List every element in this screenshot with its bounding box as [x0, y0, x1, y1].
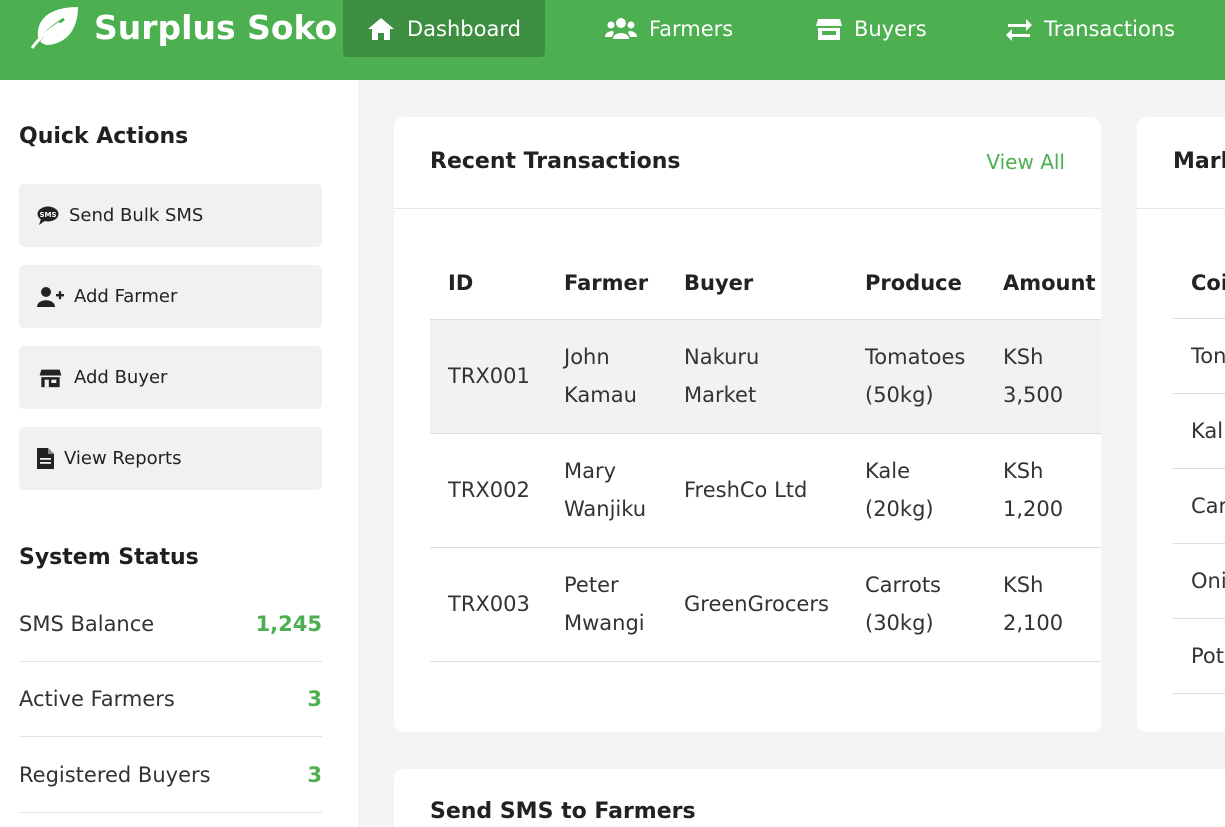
market-table: Coi Ton Kal Car Oni Pot [1173, 248, 1225, 694]
send-bulk-sms-label: Send Bulk SMS [69, 205, 204, 226]
cell-buyer: Nakuru Market [666, 319, 847, 434]
home-icon [368, 17, 394, 40]
market-card-title: Marl [1173, 149, 1225, 174]
table-row[interactable]: TRX003 Peter Mwangi GreenGrocers Carrots(… [430, 547, 1101, 662]
market-prices-card: Marl Coi Ton Kal Car Oni Pot [1137, 117, 1225, 732]
cell-amount: KSh 2,100 [985, 547, 1101, 662]
cell-produce: Tomatoes (50kg) [847, 319, 985, 434]
column-header-produce[interactable]: Produce [847, 248, 985, 320]
cell-amount: KSh 3,500 [985, 319, 1101, 434]
list-item[interactable]: Pot [1173, 619, 1225, 694]
cell-produce: Carrots (30kg) [847, 547, 985, 662]
status-value: 3 [307, 686, 322, 711]
add-farmer-button[interactable]: Add Farmer [19, 265, 322, 328]
nav-dashboard[interactable]: Dashboard [343, 0, 545, 57]
user-plus-icon [37, 286, 64, 307]
quick-actions-title: Quick Actions [19, 124, 189, 149]
status-sms-balance: SMS Balance 1,245 [19, 586, 322, 662]
add-buyer-label: Add Buyer [74, 367, 168, 388]
cell-buyer: FreshCo Ltd [666, 433, 847, 548]
brand-logo[interactable]: Surplus Soko [30, 4, 337, 50]
cell-farmer: Mary Wanjiku [546, 433, 666, 548]
nav-farmers[interactable]: Farmers [605, 0, 733, 57]
add-farmer-label: Add Farmer [74, 286, 178, 307]
store-icon [39, 369, 62, 387]
cell-id: TRX003 [430, 547, 546, 662]
svg-text:SMS: SMS [39, 211, 56, 219]
cell-id: TRX001 [430, 319, 546, 434]
column-header-amount[interactable]: Amount [985, 248, 1101, 320]
table-row[interactable]: TRX002 Mary Wanjiku FreshCo Ltd Kale (20kg… [430, 433, 1101, 548]
nav-dashboard-label: Dashboard [407, 16, 521, 41]
cell-farmer: John Kamau [546, 319, 666, 434]
column-header-id[interactable]: ID [430, 248, 546, 320]
document-icon [37, 448, 54, 469]
list-item[interactable]: Kal [1173, 394, 1225, 469]
nav-buyers-label: Buyers [854, 16, 927, 41]
leaf-icon [30, 7, 78, 49]
status-label: SMS Balance [19, 611, 155, 636]
view-reports-label: View Reports [64, 448, 182, 469]
nav-farmers-label: Farmers [649, 16, 734, 41]
status-value: 3 [307, 762, 322, 787]
cell-amount: KSh 1,200 [985, 433, 1101, 548]
cell-produce: Kale (20kg) [847, 433, 985, 548]
status-label: Active Farmers [19, 686, 175, 711]
status-registered-buyers: Registered Buyers 3 [19, 737, 322, 813]
column-header-farmer[interactable]: Farmer [546, 248, 666, 320]
send-sms-title: Send SMS to Farmers [430, 799, 696, 824]
status-active-farmers: Active Farmers 3 [19, 661, 322, 737]
list-item[interactable]: Oni [1173, 544, 1225, 619]
cell-id: TRX002 [430, 433, 546, 548]
add-buyer-button[interactable]: Add Buyer [19, 346, 322, 409]
list-item[interactable]: Ton [1173, 319, 1225, 394]
sms-icon: SMS [37, 206, 59, 225]
nav-transactions[interactable]: Transactions [1006, 0, 1175, 57]
store-icon [816, 18, 842, 40]
status-value: 1,245 [255, 611, 322, 636]
status-label: Registered Buyers [19, 762, 211, 787]
transactions-table: ID Farmer Buyer Produce Amount TRX001 Jo… [430, 248, 1101, 662]
recent-transactions-card: Recent Transactions View All ID Farmer B… [394, 117, 1101, 732]
table-header-row: ID Farmer Buyer Produce Amount [430, 248, 1101, 320]
nav-buyers[interactable]: Buyers [816, 0, 927, 57]
sidebar: Quick Actions SMS Send Bulk SMS Add Farm… [0, 80, 358, 827]
cell-buyer: GreenGrocers [666, 547, 847, 662]
column-header-buyer[interactable]: Buyer [666, 248, 847, 320]
send-bulk-sms-button[interactable]: SMS Send Bulk SMS [19, 184, 322, 247]
brand-name: Surplus Soko [94, 7, 338, 47]
cell-farmer: Peter Mwangi [546, 547, 666, 662]
table-row[interactable]: TRX001 John Kamau Nakuru Market Tomatoes (5… [430, 319, 1101, 434]
top-navbar: Surplus Soko Dashboard Farmers Buyers Tr… [0, 0, 1225, 80]
users-icon [605, 17, 637, 39]
nav-transactions-label: Transactions [1044, 16, 1176, 41]
exchange-icon [1006, 18, 1032, 41]
column-header-commodity[interactable]: Coi [1173, 248, 1225, 319]
list-item[interactable]: Car [1173, 469, 1225, 544]
system-status-title: System Status [19, 545, 199, 570]
card-header: Recent Transactions View All [394, 117, 1101, 209]
view-reports-button[interactable]: View Reports [19, 427, 322, 490]
recent-transactions-title: Recent Transactions [430, 149, 681, 174]
send-sms-card: Send SMS to Farmers [394, 769, 1225, 827]
card-header: Marl [1137, 117, 1225, 209]
view-all-link[interactable]: View All [986, 150, 1065, 174]
